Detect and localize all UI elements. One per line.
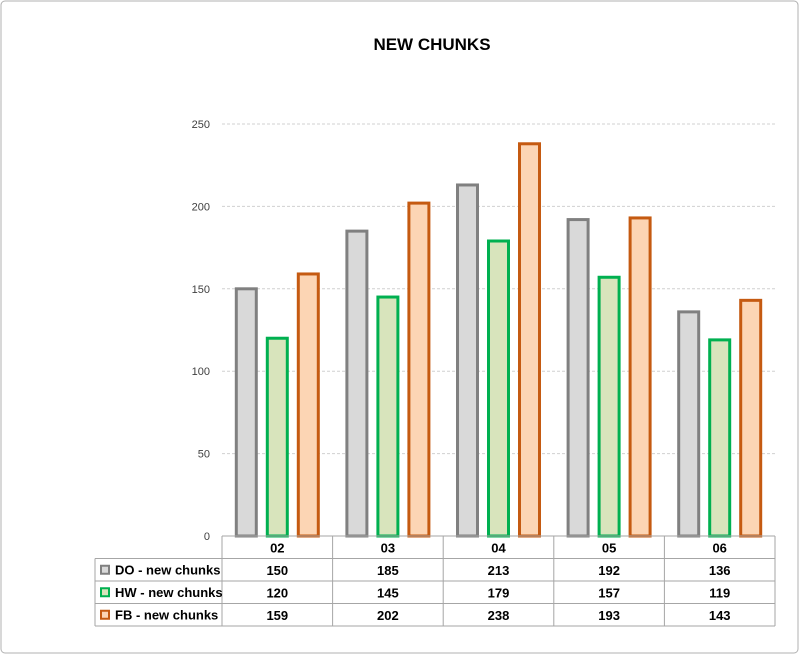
y-tick-label: 250 xyxy=(192,119,210,131)
data-label: 119 xyxy=(709,585,730,600)
data-label: 143 xyxy=(709,608,731,623)
legend-key xyxy=(100,564,110,575)
bar xyxy=(487,239,510,538)
data-label: 136 xyxy=(709,563,731,578)
data-label: 145 xyxy=(377,585,399,600)
bar xyxy=(708,338,732,538)
bar xyxy=(234,287,258,538)
data-label: 202 xyxy=(377,608,399,623)
x-tick-label: 03 xyxy=(381,540,395,555)
bar xyxy=(376,295,400,538)
bar xyxy=(265,336,289,538)
data-label: 192 xyxy=(598,563,620,578)
chart-container: NEW CHUNKS 0 50 100 150 200 250 02 03 04 05 06 DO … xyxy=(0,0,800,655)
legend-label: DO - new chunks xyxy=(115,562,220,577)
data-label: 150 xyxy=(266,563,288,578)
y-tick-label: 50 xyxy=(198,449,210,461)
bar xyxy=(597,275,621,538)
data-label: 179 xyxy=(488,585,510,600)
data-label: 185 xyxy=(377,563,399,578)
data-label: 213 xyxy=(488,563,510,578)
data-label: 193 xyxy=(598,608,620,623)
x-tick-label: 06 xyxy=(712,540,726,555)
legend-label: HW - new chunks xyxy=(115,585,223,600)
data-label: 159 xyxy=(266,608,288,623)
bar xyxy=(345,229,369,538)
x-tick-label: 05 xyxy=(602,540,616,555)
x-tick-label: 02 xyxy=(270,540,284,555)
bar-chart: NEW CHUNKS 0 50 100 150 200 250 02 03 04 05 06 DO … xyxy=(0,0,799,654)
legend-key xyxy=(100,587,110,598)
bar xyxy=(296,272,320,538)
y-tick-label: 100 xyxy=(192,366,210,378)
legend-label: FB - new chunks xyxy=(115,607,218,622)
bar xyxy=(407,201,431,538)
data-label: 120 xyxy=(266,585,288,600)
bar xyxy=(739,298,763,538)
legend-key xyxy=(100,609,110,620)
bar xyxy=(518,142,541,538)
data-label: 157 xyxy=(598,585,620,600)
chart-title: NEW CHUNKS xyxy=(373,35,490,54)
y-tick-label: 200 xyxy=(192,201,210,213)
y-tick-label: 150 xyxy=(192,284,210,296)
bar xyxy=(456,183,479,538)
data-label: 238 xyxy=(488,608,510,623)
bar xyxy=(628,216,652,538)
bar xyxy=(566,218,590,538)
x-tick-label: 04 xyxy=(491,540,506,555)
bar xyxy=(677,310,701,538)
y-tick-label: 0 xyxy=(204,531,210,543)
